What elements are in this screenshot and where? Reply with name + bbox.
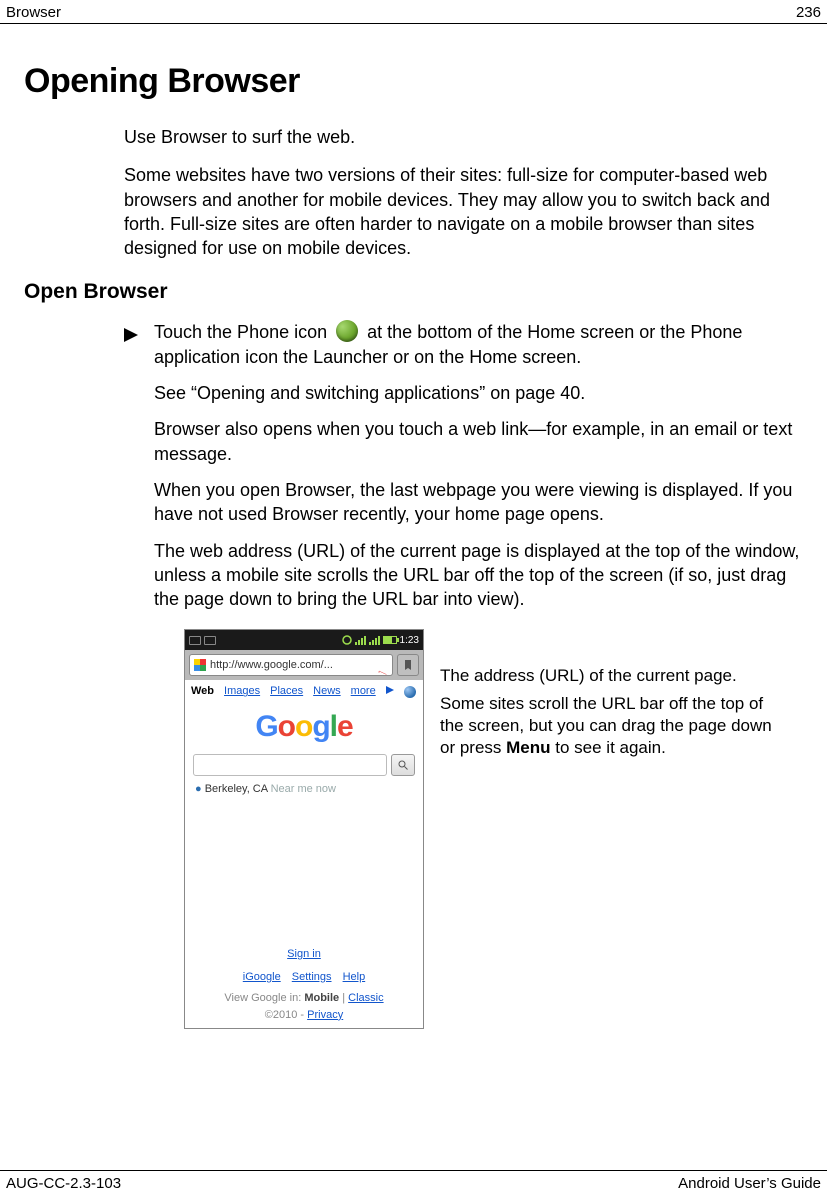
step-bullet-icon bbox=[124, 324, 154, 348]
step-p4: When you open Browser, the last webpage … bbox=[154, 478, 803, 527]
callout-line1: The address (URL) of the current page. bbox=[440, 665, 780, 687]
settings-link[interactable]: Settings bbox=[292, 971, 332, 983]
status-signal-icon bbox=[355, 635, 366, 645]
step-1: Touch the Phone icon at the bottom of th… bbox=[154, 320, 803, 369]
header-page-number: 236 bbox=[796, 4, 821, 21]
url-text: http://www.google.com/... bbox=[210, 658, 333, 673]
tab-web[interactable]: Web bbox=[191, 684, 214, 699]
more-chevron-icon bbox=[386, 684, 394, 699]
favicon-icon bbox=[194, 659, 206, 671]
url-bar[interactable]: http://www.google.com/... bbox=[189, 654, 393, 676]
bookmark-button[interactable] bbox=[397, 654, 419, 676]
section-heading: Open Browser bbox=[24, 280, 803, 304]
google-tabs: Web Images Places News more bbox=[185, 680, 423, 701]
status-bar: 1:23 bbox=[185, 630, 423, 650]
globe-icon bbox=[404, 686, 416, 698]
page-footer: AUG-CC-2.3-103 Android User’s Guide bbox=[0, 1170, 827, 1196]
privacy-link[interactable]: Privacy bbox=[307, 1009, 343, 1021]
step-p5: The web address (URL) of the current pag… bbox=[154, 539, 803, 612]
header-section: Browser bbox=[6, 4, 61, 21]
tab-places[interactable]: Places bbox=[270, 684, 303, 699]
help-link[interactable]: Help bbox=[343, 971, 366, 983]
tab-more[interactable]: more bbox=[351, 684, 376, 699]
page-header: Browser 236 bbox=[0, 0, 827, 24]
google-footer-links: Sign in iGoogle Settings Help View Googl… bbox=[185, 947, 423, 1028]
phone-globe-icon bbox=[336, 320, 358, 342]
footer-doc-id: AUG-CC-2.3-103 bbox=[6, 1175, 121, 1192]
status-time: 1:23 bbox=[400, 634, 419, 648]
intro-p1: Use Browser to surf the web. bbox=[124, 125, 803, 149]
footer-guide-name: Android User’s Guide bbox=[678, 1175, 821, 1192]
status-network-icon bbox=[369, 635, 380, 645]
tab-images[interactable]: Images bbox=[224, 684, 260, 699]
phone-screenshot: 1:23 http://www.google.com/... bbox=[184, 629, 424, 1029]
step-p2: See “Opening and switching applications”… bbox=[154, 381, 803, 405]
google-logo: Google bbox=[185, 707, 423, 748]
status-sync-icon bbox=[342, 635, 352, 645]
search-button[interactable] bbox=[391, 754, 415, 776]
page-title: Opening Browser bbox=[24, 62, 803, 101]
igoogle-link[interactable]: iGoogle bbox=[243, 971, 281, 983]
status-battery-icon bbox=[383, 636, 397, 644]
callout-line2: Some sites scroll the URL bar off the to… bbox=[440, 693, 780, 758]
location-row: ● Berkeley, CA Near me now bbox=[185, 776, 423, 797]
classic-link[interactable]: Classic bbox=[348, 992, 383, 1004]
sign-in-link[interactable]: Sign in bbox=[185, 947, 423, 962]
search-input[interactable] bbox=[193, 754, 387, 776]
status-app-icon bbox=[204, 636, 216, 645]
status-mail-icon bbox=[189, 636, 201, 645]
intro-p2: Some websites have two versions of their… bbox=[124, 163, 803, 260]
tab-news[interactable]: News bbox=[313, 684, 341, 699]
step-p3: Browser also opens when you touch a web … bbox=[154, 417, 803, 466]
